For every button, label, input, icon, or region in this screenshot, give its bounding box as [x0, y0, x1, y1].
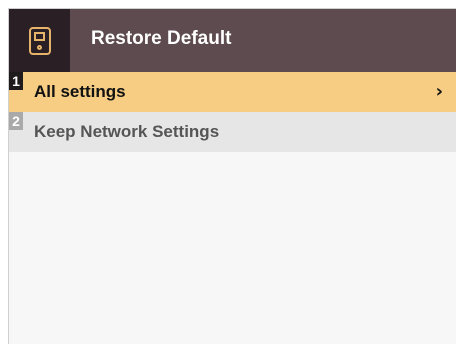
- menu-icon-box: [9, 9, 70, 72]
- chevron-right-icon: ›: [435, 81, 443, 102]
- device-frame: Restore Default 1 All settings › 2 Keep …: [0, 0, 456, 344]
- menu-item-keep-network-settings[interactable]: 2 Keep Network Settings: [9, 112, 456, 152]
- menu-item-index: 2: [9, 112, 23, 130]
- restore-default-screen: Restore Default 1 All settings › 2 Keep …: [8, 8, 456, 344]
- menu-item-all-settings[interactable]: 1 All settings ›: [9, 72, 456, 112]
- page-title: Restore Default: [91, 28, 232, 49]
- title-bar: Restore Default: [9, 9, 456, 72]
- device-button-shape: [37, 45, 42, 50]
- menu-item-label: All settings: [34, 82, 126, 101]
- menu-item-index: 1: [9, 72, 23, 90]
- device-icon: [29, 27, 51, 55]
- menu-item-label: Keep Network Settings: [34, 122, 220, 141]
- device-screen-shape: [34, 32, 45, 41]
